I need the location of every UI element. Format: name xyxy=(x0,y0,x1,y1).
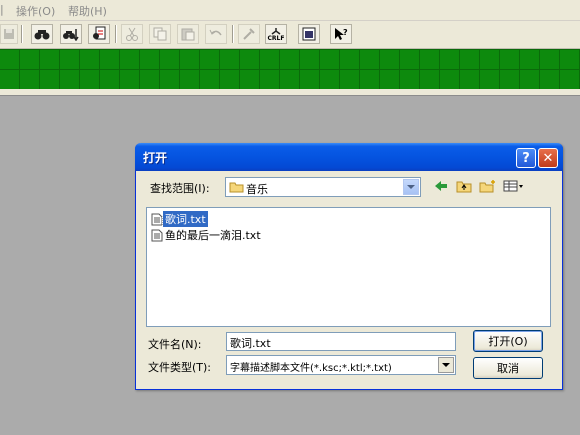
filetype-value: 字幕描述脚本文件(*.ksc;*.ktl;*.txt) xyxy=(230,363,392,374)
dialog-title: 打开 xyxy=(143,151,168,165)
file-name: 歌词.txt xyxy=(162,210,209,228)
view-menu-button[interactable] xyxy=(502,177,526,195)
save-icon xyxy=(4,29,14,39)
chevron-down-icon[interactable] xyxy=(438,357,454,373)
replace-icon xyxy=(93,26,106,40)
help-pointer-icon: ? xyxy=(335,28,348,40)
text-file-icon xyxy=(151,213,163,225)
crlf-label: CRLF xyxy=(267,34,285,42)
dialog-titlebar[interactable]: 打开 ? ✕ xyxy=(135,143,563,171)
tool-button[interactable] xyxy=(238,24,260,44)
undo-icon xyxy=(209,29,222,36)
help-pointer-button[interactable]: ? xyxy=(330,24,352,44)
toolbar: CRLF ? xyxy=(0,21,580,49)
undo-button[interactable] xyxy=(205,24,227,44)
window-icon xyxy=(302,27,316,41)
tool-icon xyxy=(243,28,255,40)
menu-bar: | 操作(O) 帮助(H) xyxy=(0,0,580,21)
timeline-band xyxy=(0,49,580,89)
look-in-select[interactable]: 音乐 xyxy=(225,177,421,197)
menu-item-help[interactable]: 帮助(H) xyxy=(68,3,107,19)
view-menu-icon xyxy=(503,180,523,192)
new-folder-icon xyxy=(479,180,495,193)
close-icon: ✕ xyxy=(542,150,554,166)
cancel-button[interactable]: 取消 xyxy=(473,357,543,379)
filetype-select[interactable]: 字幕描述脚本文件(*.ksc;*.ktl;*.txt) xyxy=(226,355,456,375)
back-arrow-icon xyxy=(435,181,447,191)
filetype-label: 文件类型(T): xyxy=(148,361,212,374)
file-name: 鱼的最后一滴泪.txt xyxy=(165,229,261,242)
paste-icon xyxy=(181,28,195,41)
up-folder-button[interactable] xyxy=(454,177,474,195)
find-next-button[interactable] xyxy=(60,24,82,44)
list-item[interactable]: 歌词.txt xyxy=(151,210,209,228)
find-icon xyxy=(34,30,50,40)
cut-icon xyxy=(126,27,138,41)
filename-label: 文件名(N): xyxy=(148,338,202,351)
save-button[interactable] xyxy=(0,24,18,44)
file-list[interactable]: 歌词.txt 鱼的最后一滴泪.txt xyxy=(146,207,551,327)
timeline-divider xyxy=(0,89,580,96)
open-button[interactable]: 打开(O) xyxy=(473,330,543,352)
back-button[interactable] xyxy=(431,177,451,195)
toolbar-separator xyxy=(232,25,234,43)
open-dialog: 打开 ? ✕ 查找范围(I): 音乐 歌词.txt 鱼的最后一滴泪.txt 文件… xyxy=(135,143,563,390)
up-folder-icon xyxy=(456,181,472,193)
look-in-label: 查找范围(I): xyxy=(150,182,210,195)
menu-item-divider-stub: | xyxy=(0,3,4,16)
toolbar-separator xyxy=(21,25,23,43)
copy-button[interactable] xyxy=(149,24,171,44)
new-folder-button[interactable] xyxy=(478,177,498,195)
toolbar-separator xyxy=(115,25,117,43)
list-item[interactable]: 鱼的最后一滴泪.txt xyxy=(151,228,263,242)
text-file-icon xyxy=(151,229,163,241)
chevron-down-icon[interactable] xyxy=(403,179,419,195)
crlf-button[interactable]: CRLF xyxy=(265,24,287,44)
replace-button[interactable] xyxy=(88,24,110,44)
filename-input[interactable]: 歌词.txt xyxy=(226,332,456,351)
find-button[interactable] xyxy=(31,24,53,44)
find-next-icon xyxy=(63,29,79,41)
copy-icon xyxy=(153,27,167,41)
close-button[interactable]: ✕ xyxy=(538,148,558,168)
look-in-value: 音乐 xyxy=(246,183,268,196)
cut-button[interactable] xyxy=(121,24,143,44)
paste-button[interactable] xyxy=(177,24,199,44)
menu-item-operation[interactable]: 操作(O) xyxy=(16,3,55,19)
svg-text:?: ? xyxy=(343,28,348,37)
help-button[interactable]: ? xyxy=(516,148,536,168)
help-icon: ? xyxy=(522,150,530,166)
window-button[interactable] xyxy=(298,24,320,44)
folder-icon xyxy=(229,182,244,193)
